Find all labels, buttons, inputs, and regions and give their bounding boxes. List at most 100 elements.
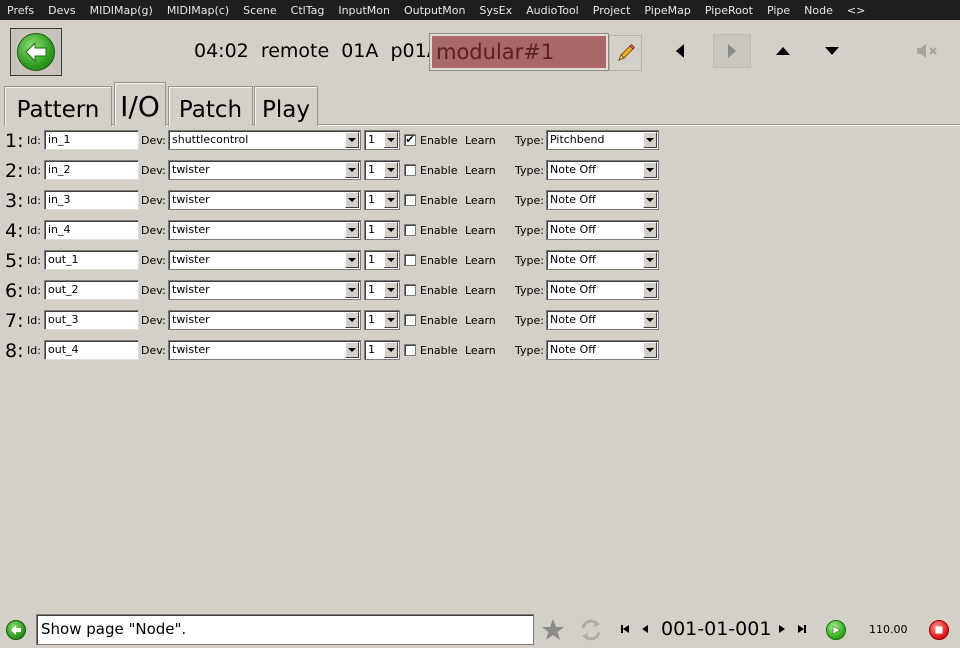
step-back-button[interactable] bbox=[639, 622, 651, 636]
enable-label: Enable bbox=[420, 314, 458, 327]
menu-item-midimap-c[interactable]: MIDIMap(c) bbox=[160, 4, 236, 17]
menu-item-piperoot[interactable]: PipeRoot bbox=[698, 4, 760, 17]
enable-checkbox[interactable] bbox=[404, 344, 416, 356]
learn-button[interactable]: Learn bbox=[465, 250, 496, 272]
enable-checkbox[interactable] bbox=[404, 254, 416, 266]
enable-checkbox[interactable] bbox=[404, 314, 416, 326]
device-select[interactable]: twister bbox=[168, 220, 361, 240]
type-select[interactable]: Note Off bbox=[546, 310, 659, 330]
channel-select[interactable]: 1 bbox=[364, 160, 400, 180]
enable-checkbox[interactable] bbox=[404, 194, 416, 206]
tab-pattern[interactable]: Pattern bbox=[4, 86, 112, 126]
id-field[interactable]: out_4 bbox=[44, 340, 139, 360]
learn-button[interactable]: Learn bbox=[465, 190, 496, 212]
id-field[interactable]: in_2 bbox=[44, 160, 139, 180]
menu-item-audiotool[interactable]: AudioTool bbox=[519, 4, 586, 17]
menu-item-pipe[interactable]: Pipe bbox=[760, 4, 797, 17]
channel-select[interactable]: 1 bbox=[364, 220, 400, 240]
type-select[interactable]: Note Off bbox=[546, 220, 659, 240]
channel-select[interactable]: 1 bbox=[364, 130, 400, 150]
back-button[interactable] bbox=[10, 28, 62, 76]
type-select[interactable]: Note Off bbox=[546, 190, 659, 210]
learn-button[interactable]: Learn bbox=[465, 310, 496, 332]
enable-checkbox[interactable] bbox=[404, 164, 416, 176]
id-field[interactable]: out_1 bbox=[44, 250, 139, 270]
channel-select[interactable]: 1 bbox=[364, 340, 400, 360]
tab-play[interactable]: Play bbox=[254, 86, 318, 126]
device-select[interactable]: twister bbox=[168, 250, 361, 270]
device-select[interactable]: shuttlecontrol bbox=[168, 130, 361, 150]
menu-item-project[interactable]: Project bbox=[586, 4, 638, 17]
menu-item-devs[interactable]: Devs bbox=[41, 4, 82, 17]
stop-button[interactable] bbox=[929, 620, 949, 640]
favorite-button[interactable] bbox=[540, 617, 566, 643]
learn-button[interactable]: Learn bbox=[465, 130, 496, 152]
channel-select[interactable]: 1 bbox=[364, 190, 400, 210]
type-select[interactable]: Note Off bbox=[546, 280, 659, 300]
enable-checkbox[interactable] bbox=[404, 284, 416, 296]
device-select[interactable]: twister bbox=[168, 340, 361, 360]
id-field[interactable]: in_3 bbox=[44, 190, 139, 210]
channel-select[interactable]: 1 bbox=[364, 280, 400, 300]
type-select[interactable]: Pitchbend bbox=[546, 130, 659, 150]
enable-checkbox[interactable]: ✔ bbox=[404, 134, 416, 146]
play-button[interactable] bbox=[826, 620, 846, 640]
menu-item-pipemap[interactable]: PipeMap bbox=[637, 4, 697, 17]
menu-item-midimap-g[interactable]: MIDIMap(g) bbox=[83, 4, 160, 17]
type-label: Type: bbox=[515, 314, 544, 327]
menu-item-outputmon[interactable]: OutputMon bbox=[397, 4, 472, 17]
type-select[interactable]: Note Off bbox=[546, 250, 659, 270]
learn-button[interactable]: Learn bbox=[465, 280, 496, 302]
device-select[interactable]: twister bbox=[168, 310, 361, 330]
device-select[interactable]: twister bbox=[168, 160, 361, 180]
chevron-down-icon bbox=[384, 192, 398, 208]
menu-item-more[interactable]: <> bbox=[840, 4, 872, 17]
enable-checkbox[interactable] bbox=[404, 224, 416, 236]
next-button[interactable] bbox=[713, 34, 751, 68]
menu-item-scene[interactable]: Scene bbox=[236, 4, 284, 17]
menu-item-node[interactable]: Node bbox=[797, 4, 840, 17]
row-number: 5: bbox=[5, 250, 24, 272]
id-field[interactable]: in_1 bbox=[44, 130, 139, 150]
type-label: Type: bbox=[515, 134, 544, 147]
menu-item-ctltag[interactable]: CtlTag bbox=[284, 4, 332, 17]
up-button[interactable] bbox=[764, 34, 802, 68]
learn-button[interactable]: Learn bbox=[465, 220, 496, 242]
type-select[interactable]: Note Off bbox=[546, 340, 659, 360]
id-field[interactable]: out_2 bbox=[44, 280, 139, 300]
row-number: 2: bbox=[5, 160, 24, 182]
id-field[interactable]: out_3 bbox=[44, 310, 139, 330]
bottom-back-button[interactable] bbox=[6, 620, 26, 640]
type-select[interactable]: Note Off bbox=[546, 160, 659, 180]
enable-label: Enable bbox=[420, 194, 458, 207]
edit-name-button[interactable] bbox=[609, 35, 642, 71]
mute-button[interactable] bbox=[912, 38, 944, 64]
menu-item-inputmon[interactable]: InputMon bbox=[331, 4, 397, 17]
position-readout: 001-01-001 bbox=[661, 618, 772, 640]
device-select[interactable]: twister bbox=[168, 280, 361, 300]
down-button[interactable] bbox=[813, 34, 851, 68]
device-value: twister bbox=[172, 223, 210, 236]
tab-io[interactable]: I/O bbox=[114, 82, 166, 126]
tab-patch[interactable]: Patch bbox=[168, 86, 253, 126]
id-label: Id: bbox=[27, 344, 41, 357]
learn-button[interactable]: Learn bbox=[465, 340, 496, 362]
device-select[interactable]: twister bbox=[168, 190, 361, 210]
menu-item-sysex[interactable]: SysEx bbox=[472, 4, 519, 17]
stop-icon bbox=[935, 626, 943, 634]
channel-select[interactable]: 1 bbox=[364, 250, 400, 270]
row-number: 7: bbox=[5, 310, 24, 332]
patch-name-field[interactable]: modular#1 bbox=[429, 33, 609, 71]
chevron-down-icon bbox=[345, 282, 359, 298]
id-field[interactable]: in_4 bbox=[44, 220, 139, 240]
learn-button[interactable]: Learn bbox=[465, 160, 496, 182]
channel-select[interactable]: 1 bbox=[364, 310, 400, 330]
rewind-start-button[interactable] bbox=[619, 622, 631, 636]
menu-item-prefs[interactable]: Prefs bbox=[0, 4, 41, 17]
sync-button[interactable] bbox=[578, 617, 604, 643]
prev-button[interactable] bbox=[661, 34, 699, 68]
skip-end-button[interactable] bbox=[796, 622, 808, 636]
step-forward-button[interactable] bbox=[776, 622, 788, 636]
dev-label: Dev: bbox=[141, 314, 166, 327]
type-label: Type: bbox=[515, 164, 544, 177]
